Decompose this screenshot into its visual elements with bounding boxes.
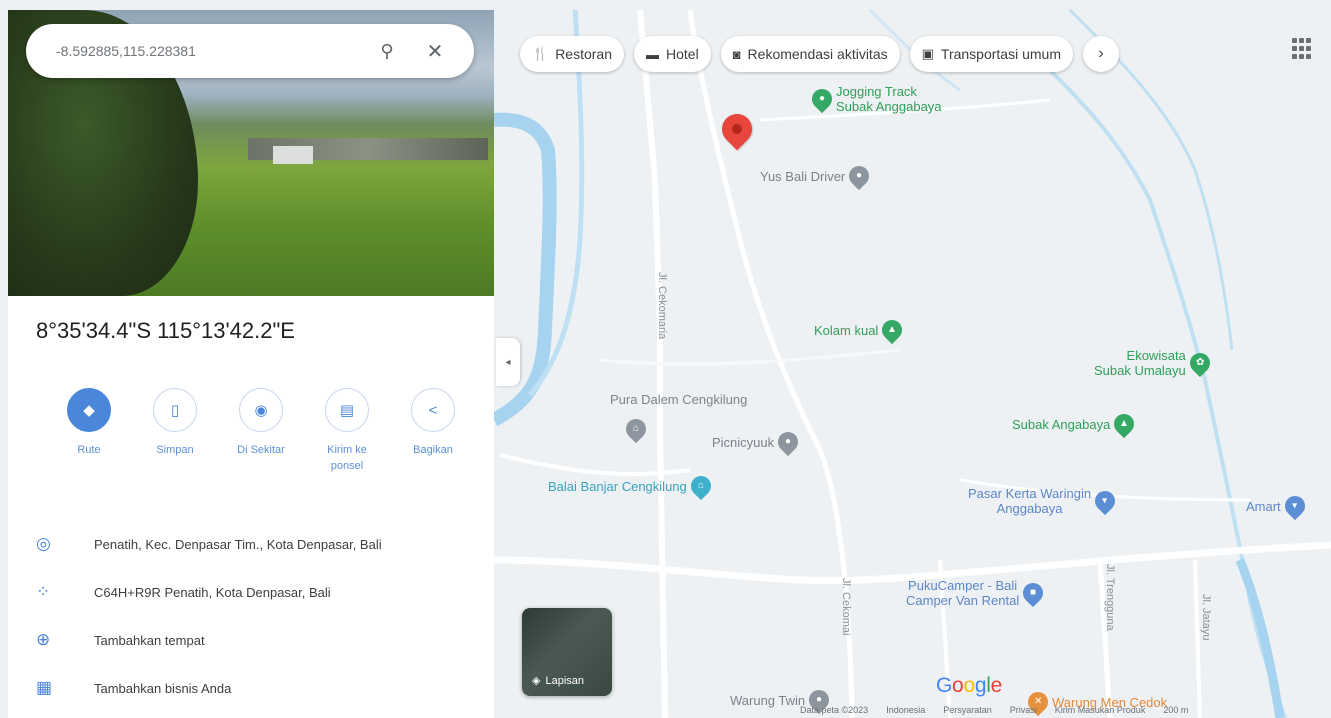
footer-feedback-link[interactable]: Kirim Masukan Produk <box>1055 705 1146 715</box>
footer-terms-link[interactable]: Persyaratan <box>943 705 992 715</box>
place-panel: ⚲ ✕ 8°35'34.4"S 115°13'42.2"E ◆ Rute ▯ S… <box>8 10 494 718</box>
place-title: 8°35'34.4"S 115°13'42.2"E <box>36 318 295 343</box>
street-label: Jl. Cekomai <box>840 578 852 636</box>
nearby-icon: ◉ <box>239 388 283 432</box>
chip-hotel[interactable]: ▬ Hotel <box>634 36 711 72</box>
transit-icon: ▣ <box>921 46 934 61</box>
search-input[interactable] <box>56 43 370 59</box>
rental-pin-icon: ■ <box>1019 578 1048 608</box>
footer-country[interactable]: Indonesia <box>886 705 925 715</box>
chevron-left-icon: ◂ <box>505 356 511 368</box>
layers-button[interactable]: ◈ Lapisan <box>522 608 612 696</box>
close-icon[interactable]: ✕ <box>418 39 452 64</box>
collapse-panel-button[interactable]: ◂ <box>496 338 520 386</box>
apps-grid-icon[interactable] <box>1292 38 1314 60</box>
action-buttons: ◆ Rute ▯ Simpan ◉ Di Sekitar ▤ Kirim ke … <box>46 388 476 474</box>
search-icon[interactable]: ⚲ <box>370 41 404 62</box>
chip-restoran[interactable]: 🍴 Restoran <box>520 36 624 72</box>
location-pin-icon: ◎ <box>36 534 51 553</box>
send-to-phone-icon: ▤ <box>325 388 369 432</box>
category-chips: 🍴 Restoran ▬ Hotel ◙ Rekomendasi aktivit… <box>520 36 1119 72</box>
shopping-pin-icon: ▾ <box>1280 491 1309 521</box>
plus-code-icon: ⁘ <box>36 582 51 601</box>
layers-icon: ◈ <box>532 675 541 687</box>
share-button[interactable]: < Bagikan <box>390 388 476 474</box>
park-pin-icon: ▲ <box>878 315 907 345</box>
hotel-icon: ▬ <box>646 46 659 62</box>
footer-scale[interactable]: 200 m <box>1163 705 1188 715</box>
place-pin-icon: ● <box>773 427 803 457</box>
chips-next-button[interactable]: › <box>1082 36 1119 72</box>
poi-amart[interactable]: ▾ Amart <box>1246 491 1309 521</box>
camera-icon: ◙ <box>732 46 741 62</box>
map-footer: Data peta ©2023 Indonesia Persyaratan Pr… <box>800 705 1188 715</box>
add-place-icon: ⊕ <box>36 630 51 649</box>
shopping-pin-icon: ▾ <box>1090 486 1120 516</box>
bookmark-icon: ▯ <box>153 388 197 432</box>
building-pin-icon: ⌂ <box>686 471 715 501</box>
street-label: Jl. Cekomaria <box>656 272 668 340</box>
poi-pasar-kerta[interactable]: ▾ Pasar Kerta Waringin Anggabaya <box>968 486 1120 516</box>
directions-icon: ◆ <box>67 388 111 432</box>
park-pin-icon: ✿ <box>1185 348 1214 378</box>
info-row-plus-code[interactable]: ⁘ C64H+R9R Penatih, Kota Denpasar, Bali <box>36 568 382 616</box>
directions-button[interactable]: ◆ Rute <box>46 388 132 474</box>
info-row-address[interactable]: ◎ Penatih, Kec. Denpasar Tim., Kota Denp… <box>36 520 382 568</box>
info-row-add-place[interactable]: ⊕ Tambahkan tempat <box>36 616 382 664</box>
poi-ekowisata[interactable]: ✿ Ekowisata Subak Umalayu <box>1094 348 1214 378</box>
poi-yus-bali-driver[interactable]: ● Yus Bali Driver <box>760 161 874 191</box>
google-logo: Google <box>936 674 1002 697</box>
street-label: Jl. Jatayu <box>1200 594 1212 641</box>
chevron-right-icon: › <box>1098 45 1104 62</box>
save-button[interactable]: ▯ Simpan <box>132 388 218 474</box>
park-pin-icon: ▲ <box>1110 409 1139 439</box>
send-to-phone-button[interactable]: ▤ Kirim ke ponsel <box>304 388 390 474</box>
place-info-list: ◎ Penatih, Kec. Denpasar Tim., Kota Denp… <box>36 520 382 712</box>
poi-subak-angabaya[interactable]: ▲ Subak Angabaya <box>1012 409 1139 439</box>
place-pin-icon: ● <box>845 161 874 191</box>
poi-picnicyuuk[interactable]: ● Picnicyuuk <box>712 427 803 457</box>
search-box: ⚲ ✕ <box>26 24 474 78</box>
poi-balai-banjar[interactable]: ⌂ Balai Banjar Cengkilung <box>548 471 715 501</box>
park-pin-icon: ● <box>807 84 837 114</box>
poi-kolam-kual[interactable]: ▲ Kolam kual <box>814 315 907 345</box>
footer-map-data: Data peta ©2023 <box>800 705 869 715</box>
storefront-icon: ▦ <box>36 678 53 697</box>
poi-jogging-track[interactable]: ● Jogging Track Subak Anggabaya <box>807 84 942 114</box>
share-icon: < <box>411 388 455 432</box>
street-label: Jl. Trengguna <box>1104 564 1116 631</box>
nearby-button[interactable]: ◉ Di Sekitar <box>218 388 304 474</box>
chip-transportasi-umum[interactable]: ▣ Transportasi umum <box>909 36 1073 72</box>
temple-pin-icon: ⌂ <box>621 414 651 444</box>
info-row-add-business[interactable]: ▦ Tambahkan bisnis Anda <box>36 664 382 712</box>
poi-pukucamper[interactable]: ■ PukuCamper - Bali Camper Van Rental <box>906 578 1048 608</box>
footer-privacy-link[interactable]: Privasi <box>1010 705 1037 715</box>
restaurant-icon: 🍴 <box>532 46 549 61</box>
chip-rekomendasi-aktivitas[interactable]: ◙ Rekomendasi aktivitas <box>720 36 900 72</box>
